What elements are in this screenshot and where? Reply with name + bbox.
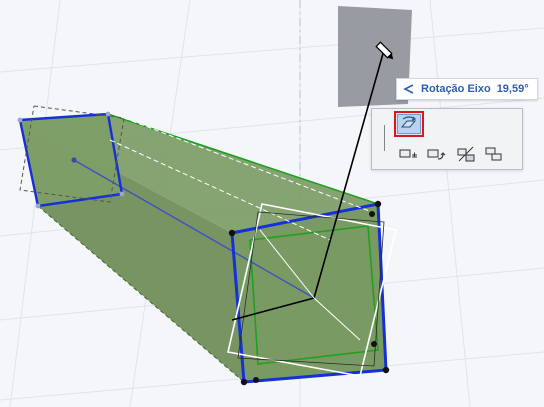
rotation-angle-value[interactable]: 19,59°	[497, 83, 529, 95]
rotate-axis-icon	[400, 116, 417, 128]
rotate-axis-button[interactable]	[394, 111, 424, 137]
angle-arrow-icon	[403, 84, 414, 94]
pet-palette	[371, 108, 523, 170]
multiply-button[interactable]	[482, 143, 506, 165]
palette-separator	[384, 125, 385, 151]
move-button[interactable]	[396, 143, 420, 165]
mirror-button[interactable]	[454, 143, 478, 165]
multiply-icon	[485, 147, 502, 161]
rotate-icon	[427, 149, 446, 160]
mirror-icon	[457, 146, 475, 162]
rotation-axis-label: Rotação Eixo	[421, 83, 491, 95]
move-icon	[399, 149, 417, 158]
3d-viewport[interactable]	[0, 0, 544, 407]
rotation-angle-tooltip: Rotação Eixo 19,59°	[396, 78, 538, 100]
rotate-button[interactable]	[424, 143, 448, 165]
